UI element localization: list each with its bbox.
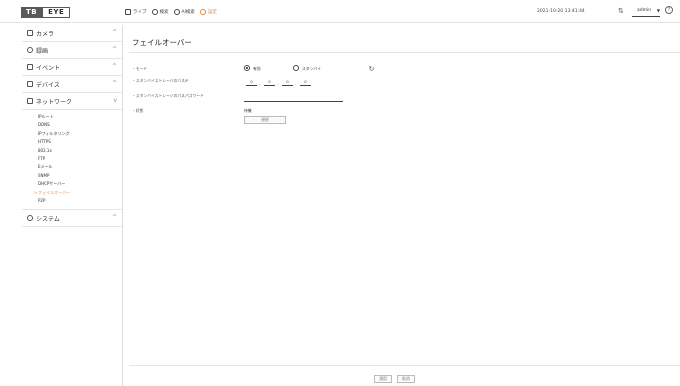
user-name: admin [637,8,652,13]
chevron-down-icon: v [113,97,117,104]
network-icon [27,98,33,104]
sidebar-item-snmp[interactable]: SNMP [22,172,122,180]
logo-eye: EYE [42,7,71,18]
top-bar: TB EYE ライブ 検索 AI検索 設定 2021-10-20 13:41:4… [0,0,680,23]
nav-search-label: 検索 [159,10,169,15]
apply-button[interactable]: 適用 [374,375,392,383]
logo-tb: TB [21,7,43,18]
ai-search-icon [173,9,180,15]
system-icon [27,215,33,222]
sidebar-section-label: イベント [36,64,61,72]
network-status-icon[interactable]: ⇅ [618,7,624,15]
mode-option-enabled-label: 有効 [253,66,261,71]
event-icon [27,64,33,70]
sidebar-section-label: デバイス [36,81,60,89]
ip-octet-2-input[interactable]: 0 [264,78,275,86]
nav-ai-search[interactable]: AI検索 [173,9,195,15]
ip-octet-4-input[interactable]: 0 [300,78,311,86]
sidebar: カメラ ^ 録画 ^ イベント ^ デバイス ^ ネットワーク v IPルート … [22,25,123,386]
network-submenu: IPルート DDNS IPフィルタリング HTTPS 802.1x FTP Eメ… [22,110,122,211]
sidebar-section-label: カメラ [36,30,55,38]
nav-settings[interactable]: 設定 [199,9,217,15]
sidebar-section-system[interactable]: システム ^ [22,210,122,228]
chevron-up-icon: ^ [111,29,117,36]
logo: TB EYE [21,7,71,18]
top-nav: ライブ 検索 AI検索 設定 [125,9,217,15]
sidebar-item-ip-route[interactable]: IPルート [22,113,122,121]
sidebar-section-label: 録画 [36,47,49,55]
nav-live-label: ライブ [133,10,147,15]
ip-dot: . [295,81,297,86]
monitor-icon [125,9,131,15]
status-value: 待機 [244,108,252,113]
sidebar-section-device[interactable]: デバイス ^ [22,76,122,93]
sidebar-section-record[interactable]: 録画 ^ [22,42,122,59]
search-icon [151,9,158,15]
chevron-down-icon: ▼ [656,8,660,13]
sidebar-section-label: システム [36,215,60,223]
user-menu[interactable]: admin ▼ [632,6,660,17]
sidebar-section-camera[interactable]: カメラ ^ [22,25,122,42]
device-icon [27,81,33,87]
main-panel: フェイルオーバー ・モード 有効 スタンバイ ↻ ・スタンバイストレージのパスI… [123,25,680,386]
sidebar-item-8021x[interactable]: 802.1x [22,147,122,155]
chevron-up-icon: ^ [111,80,117,87]
record-icon [27,47,33,53]
password-input[interactable] [244,101,343,102]
sidebar-item-ddns[interactable]: DDNS [22,121,122,129]
connect-button[interactable]: 接続 [244,116,286,124]
sidebar-item-dhcp-server[interactable]: DHCPサーバー [22,180,122,188]
mode-label: ・モード [132,66,148,71]
chevron-up-icon: ^ [111,63,117,70]
nav-search[interactable]: 検索 [151,9,169,15]
help-icon[interactable]: ? [665,6,673,14]
sidebar-item-p2p[interactable]: P2P [22,197,122,205]
cancel-button[interactable]: 取消 [397,375,415,383]
datetime: 2021-10-20 13:41:44 [537,9,585,14]
sidebar-section-label: ネットワーク [36,98,73,106]
camera-icon [27,30,33,36]
ip-octet-3-input[interactable]: 0 [282,78,293,86]
nav-settings-label: 設定 [207,10,217,15]
title-divider [129,52,680,53]
mode-radio-standby[interactable] [293,65,299,71]
refresh-icon[interactable]: ↻ [368,66,375,73]
ip-octet-1-input[interactable]: 0 [246,78,257,86]
sidebar-item-ip-filtering[interactable]: IPフィルタリング [22,130,122,138]
sidebar-item-https[interactable]: HTTPS [22,138,122,146]
nav-live[interactable]: ライブ [125,9,147,15]
mode-option-standby-label: スタンバイ [302,66,321,71]
sidebar-item-failover[interactable]: フェイルオーバー [22,189,122,198]
ip-label: ・スタンバイストレージのパスIP [132,78,189,83]
page-title: フェイルオーバー [132,38,192,47]
sidebar-item-email[interactable]: Eメール [22,163,122,171]
password-label: ・スタンバイストレージのパスパスワード [132,93,204,98]
chevron-up-icon: ^ [111,214,117,222]
sidebar-section-network[interactable]: ネットワーク v [22,93,122,110]
sidebar-item-ftp[interactable]: FTP [22,155,122,163]
sidebar-section-event[interactable]: イベント ^ [22,59,122,76]
chevron-up-icon: ^ [111,46,117,53]
mode-radio-enabled[interactable] [244,65,250,71]
footer-divider [129,365,680,366]
status-label: ・状態 [132,108,144,113]
nav-ai-search-label: AI検索 [181,10,195,15]
ip-dot: . [277,81,279,86]
ip-dot: . [259,81,261,86]
gear-icon [199,9,206,15]
